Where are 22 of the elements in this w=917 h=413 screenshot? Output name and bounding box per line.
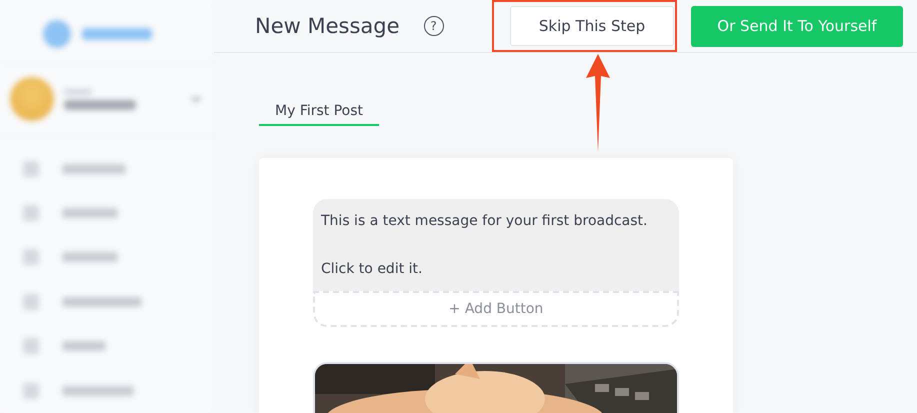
blurred-text [62, 341, 106, 352]
nav-icon [22, 292, 40, 311]
blurred-text [62, 252, 118, 262]
nav-icon [22, 382, 40, 400]
skip-button[interactable]: Skip This Step [510, 6, 674, 46]
nav-icon [22, 160, 40, 178]
message-bubble[interactable]: This is a text message for your first broadcast. Click to edit it. [313, 199, 679, 291]
message-text: Click to edit it. [321, 260, 424, 279]
blurred-text [62, 386, 134, 396]
nav-icon [22, 204, 40, 222]
avatar [10, 77, 54, 122]
blurred-text [64, 100, 136, 110]
nav-icon [22, 337, 40, 356]
blurred-logo-text [82, 28, 152, 40]
logo-icon [42, 19, 72, 50]
tab[interactable]: My First Post [259, 101, 380, 126]
help-icon[interactable]: ? [424, 16, 444, 36]
page-title: New Message [255, 14, 400, 38]
nav-icon [22, 248, 40, 266]
blurred-text [62, 208, 118, 218]
blurred-text [62, 164, 126, 174]
message-text: This is a text message for your first broadcast. [321, 212, 648, 231]
